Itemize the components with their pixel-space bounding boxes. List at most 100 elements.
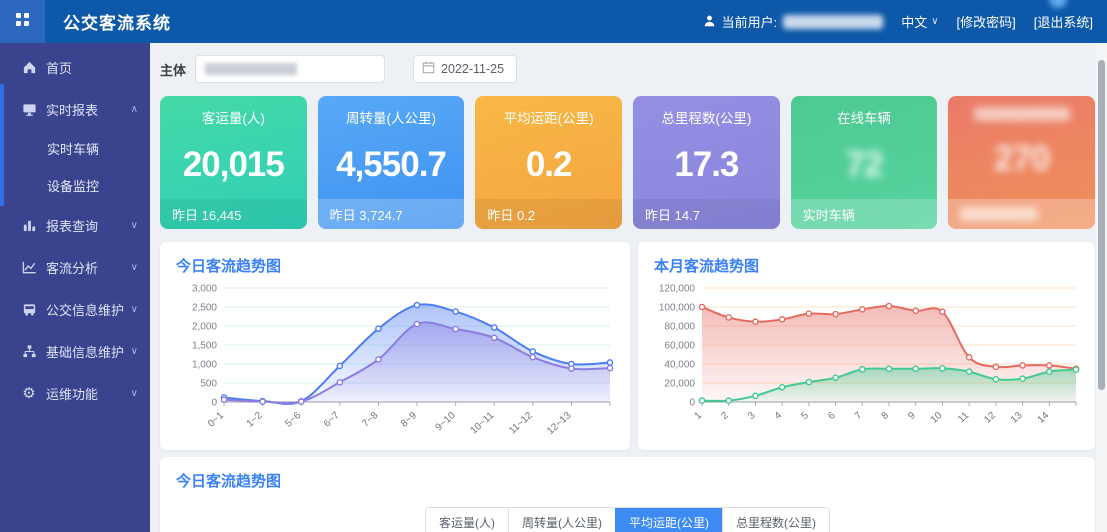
card-title: 周转量(人公里) [318, 96, 465, 127]
stat-card-total-mileage[interactable]: 总里程数(公里) 17.3 昨日 14.7 [633, 96, 780, 229]
sidebar: 首页 实时报表 ∧ 实时车辆 设备监控 报表查询 ∨ 客流分析 ∨ 公交信息维护… [0, 43, 150, 532]
language-selector[interactable]: 中文 ∨ [901, 12, 938, 31]
svg-text:12: 12 [982, 410, 998, 426]
monitor-icon [21, 101, 37, 117]
language-label: 中文 [901, 12, 927, 31]
svg-text:2,000: 2,000 [192, 322, 217, 333]
sidebar-item-label: 公交信息维护 [46, 300, 124, 319]
app-header: 公交客流系统 当前用户: 中文 ∨ [修改密码] [退出系统] [0, 0, 1107, 43]
line-chart-icon [21, 259, 37, 275]
svg-text:80,000: 80,000 [664, 322, 695, 333]
subject-input[interactable] [195, 55, 385, 83]
bottom-trend-title: 今日客流趋势图 [176, 470, 1079, 491]
card-title: 在线车辆 [791, 96, 938, 127]
svg-text:13: 13 [1009, 410, 1025, 426]
svg-text:10: 10 [929, 410, 945, 426]
svg-text:7: 7 [853, 410, 865, 422]
tab-passenger-volume[interactable]: 客运量(人) [426, 508, 508, 532]
sidebar-item-basic-info[interactable]: 基础信息维护 ∨ [0, 330, 150, 372]
card-value: 20,015 [160, 145, 307, 185]
svg-text:60,000: 60,000 [664, 341, 695, 352]
stat-card-avg-distance[interactable]: 平均运距(公里) 0.2 昨日 0.2 [475, 96, 622, 229]
svg-text:6: 6 [826, 410, 838, 422]
chevron-down-icon: ∨ [131, 388, 138, 399]
sidebar-item-passenger-analysis[interactable]: 客流分析 ∨ [0, 246, 150, 288]
subject-label: 主体 [160, 60, 186, 79]
card-footer: 昨日 3,724.7 [318, 199, 465, 229]
card-footer: 实时车辆 [791, 199, 938, 229]
app-title: 公交客流系统 [63, 9, 171, 34]
sidebar-item-label: 实时报表 [46, 100, 98, 119]
menu-collapse-button[interactable] [0, 0, 45, 43]
redacted-username [783, 15, 883, 29]
user-icon [703, 14, 716, 30]
chevron-down-icon: ∨ [131, 262, 138, 273]
svg-text:120,000: 120,000 [659, 284, 696, 295]
tab-avg-distance[interactable]: 平均运距(公里) [615, 508, 722, 532]
sitemap-icon [21, 343, 37, 359]
stat-card-passenger-volume[interactable]: 客运量(人) 20,015 昨日 16,445 [160, 96, 307, 229]
stat-card-online-vehicles[interactable]: 在线车辆 72 实时车辆 [791, 96, 938, 229]
redacted-card-footer [960, 207, 1038, 221]
sidebar-subitem-realtime-vehicles[interactable]: 实时车辆 [0, 130, 150, 167]
svg-text:8~9: 8~9 [399, 410, 419, 430]
svg-text:2: 2 [719, 410, 731, 422]
today-trend-panel: 今日客流趋势图 05001,0001,5002,0002,5003,0000~1… [160, 242, 630, 450]
svg-text:5~6: 5~6 [283, 410, 303, 430]
month-trend-panel: 本月客流趋势图 020,00040,00060,00080,000100,000… [638, 242, 1095, 450]
svg-text:0: 0 [211, 398, 217, 409]
card-footer: 昨日 14.7 [633, 199, 780, 229]
svg-text:6~7: 6~7 [322, 410, 342, 430]
metric-tabs: 客运量(人) 周转量(人公里) 平均运距(公里) 总里程数(公里) [176, 507, 1079, 532]
svg-text:0~1: 0~1 [206, 410, 226, 430]
sidebar-item-ops-functions[interactable]: ⚙ 运维功能 ∨ [0, 372, 150, 414]
sidebar-item-report-query[interactable]: 报表查询 ∨ [0, 204, 150, 246]
date-picker[interactable]: 2022-11-25 [413, 55, 517, 83]
sidebar-item-label: 客流分析 [46, 258, 98, 277]
bar-chart-icon [21, 217, 37, 233]
chevron-up-icon: ∧ [131, 104, 138, 115]
grid-icon [15, 12, 30, 32]
card-footer: 昨日 16,445 [160, 199, 307, 229]
logout-link[interactable]: [退出系统] [1034, 12, 1093, 31]
chevron-down-icon: ∨ [131, 346, 138, 357]
sidebar-item-realtime-report[interactable]: 实时报表 ∧ [0, 88, 150, 130]
sidebar-subitem-device-monitor[interactable]: 设备监控 [0, 167, 150, 204]
svg-text:100,000: 100,000 [659, 303, 696, 314]
card-title: 总里程数(公里) [633, 96, 780, 127]
redacted-card-title [974, 107, 1070, 121]
svg-text:7~8: 7~8 [360, 410, 380, 430]
charts-row: 今日客流趋势图 05001,0001,5002,0002,5003,0000~1… [160, 242, 1095, 450]
sidebar-item-bus-info[interactable]: 公交信息维护 ∨ [0, 288, 150, 330]
svg-text:12~13: 12~13 [545, 410, 574, 437]
svg-text:11~12: 11~12 [507, 410, 535, 437]
change-password-link[interactable]: [修改密码] [957, 12, 1016, 31]
month-trend-title: 本月客流趋势图 [654, 255, 1083, 276]
month-trend-chart[interactable]: 020,00040,00060,00080,000100,000120,0001… [654, 278, 1082, 446]
svg-text:3,000: 3,000 [192, 284, 217, 295]
today-trend-chart[interactable]: 05001,0001,5002,0002,5003,0000~11~25~66~… [176, 278, 616, 446]
sidebar-item-home[interactable]: 首页 [0, 46, 150, 88]
stat-cards: 客运量(人) 20,015 昨日 16,445 周转量(人公里) 4,550.7… [160, 96, 1095, 229]
date-value: 2022-11-25 [441, 62, 504, 76]
svg-text:1,000: 1,000 [192, 360, 217, 371]
svg-text:1,500: 1,500 [192, 341, 217, 352]
scrollbar-thumb[interactable] [1098, 60, 1105, 390]
sidebar-item-label: 报表查询 [46, 216, 98, 235]
vertical-scrollbar[interactable] [1096, 43, 1107, 532]
svg-text:14: 14 [1036, 410, 1052, 426]
svg-text:10~11: 10~11 [469, 410, 497, 437]
avatar [1049, 0, 1067, 8]
svg-text:20,000: 20,000 [664, 379, 695, 390]
tab-total-mileage[interactable]: 总里程数(公里) [722, 508, 829, 532]
svg-text:500: 500 [200, 379, 217, 390]
tab-turnover[interactable]: 周转量(人公里) [508, 508, 615, 532]
stat-card-redacted[interactable]: 270 [948, 96, 1095, 229]
stat-card-turnover[interactable]: 周转量(人公里) 4,550.7 昨日 3,724.7 [318, 96, 465, 229]
today-trend-title: 今日客流趋势图 [176, 255, 618, 276]
sidebar-item-label: 首页 [46, 58, 72, 77]
filter-bar: 主体 2022-11-25 [160, 55, 1095, 83]
svg-text:8: 8 [880, 410, 892, 422]
sidebar-item-label: 基础信息维护 [46, 342, 124, 361]
home-icon [21, 59, 37, 75]
